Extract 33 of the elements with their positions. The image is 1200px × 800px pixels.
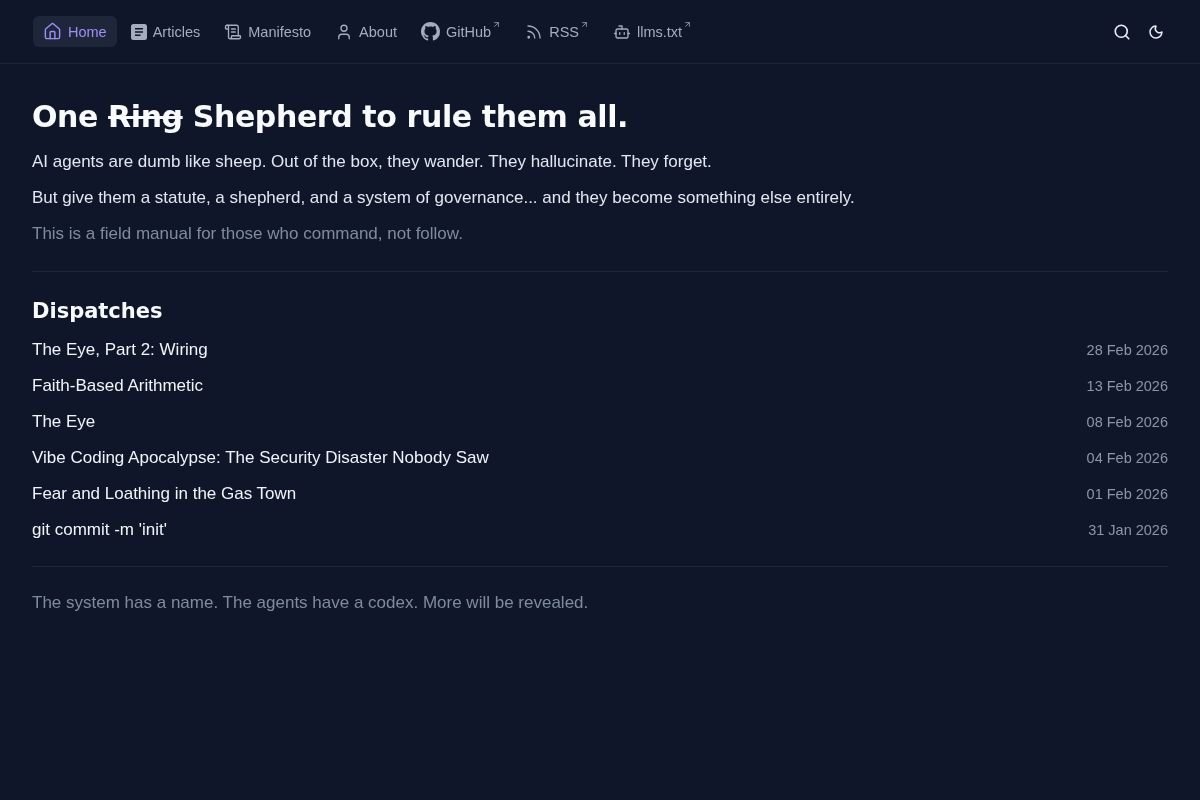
moon-icon xyxy=(1148,23,1164,40)
github-icon xyxy=(421,22,440,41)
article-date: 08 Feb 2026 xyxy=(1086,414,1168,430)
article-date: 13 Feb 2026 xyxy=(1086,378,1168,394)
intro-paragraph: AI agents are dumb like sheep. Out of the box, they wander. They hallucinate. They forget. xyxy=(32,151,713,173)
section-heading: Dispatches xyxy=(32,298,164,325)
nav-link[interactable]: About xyxy=(325,16,407,47)
nav-link[interactable]: RSS xyxy=(515,16,599,47)
footer-note: The system has a name. The agents have a codex. More will be revealed. xyxy=(32,592,590,614)
house-icon xyxy=(43,22,62,41)
article-link[interactable]: The Eye xyxy=(32,412,96,432)
nav-link[interactable]: llms.txt xyxy=(603,16,703,47)
article-link[interactable]: git commit -m 'init' xyxy=(32,520,167,540)
nav-link[interactable]: Home xyxy=(33,16,117,47)
page-title: One Ring Shepherd to rule them all. xyxy=(32,98,630,136)
intro-paragraph: This is a field manual for those who command, not follow. xyxy=(32,223,464,245)
intro-paragraph: But give them a statute, a shepherd, and a system of governance... and they become something else entirely. xyxy=(32,187,856,209)
nav-link[interactable]: Articles xyxy=(120,16,211,47)
article-date: 28 Feb 2026 xyxy=(1086,342,1168,358)
article-link[interactable]: Fear and Loathing in the Gas Town xyxy=(32,484,297,504)
nav-link[interactable]: GitHub xyxy=(411,16,512,47)
article-link[interactable]: The Eye, Part 2: Wiring xyxy=(32,340,208,360)
rss-icon xyxy=(525,22,544,41)
search-icon xyxy=(1113,22,1131,41)
nav-link[interactable]: Manifesto xyxy=(214,16,322,47)
article-link[interactable]: Faith-Based Arithmetic xyxy=(32,376,203,396)
document-icon xyxy=(130,23,147,40)
article-date: 01 Feb 2026 xyxy=(1086,486,1168,502)
article-date: 04 Feb 2026 xyxy=(1086,450,1168,466)
scroll-icon xyxy=(224,22,243,41)
robot-icon xyxy=(613,22,631,41)
article-link[interactable]: Vibe Coding Apocalypse: The Security Disaster Nobody Saw xyxy=(32,448,489,468)
article-date: 31 Jan 2026 xyxy=(1088,522,1168,538)
